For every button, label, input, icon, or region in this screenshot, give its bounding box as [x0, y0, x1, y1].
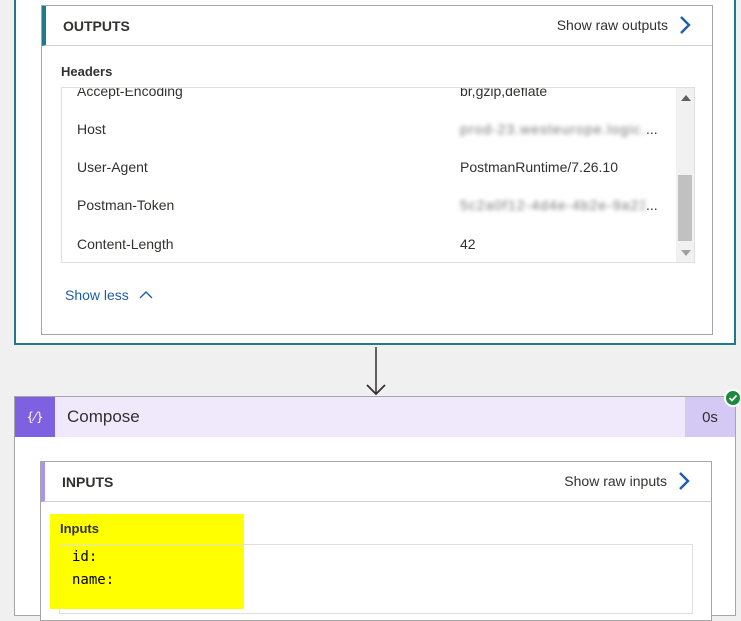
header-value: br,gzip,deflate [460, 87, 548, 99]
header-key: Host [77, 121, 106, 137]
table-row: Postman-Token 5c2a0f12-4d4e-4b2e-9a23-e6… [62, 187, 674, 225]
truncation-ellipsis: ... [646, 197, 658, 213]
compose-title: Compose [67, 407, 140, 426]
table-row: User-Agent PostmanRuntime/7.26.10 [62, 149, 674, 187]
headers-table[interactable]: Accept-Encoding br,gzip,deflate Host pro… [61, 87, 695, 263]
success-check-icon [724, 389, 741, 407]
header-key: Postman-Token [77, 197, 175, 213]
header-key: Content-Length [77, 236, 174, 252]
header-key: Accept-Encoding [77, 87, 183, 99]
show-less-link[interactable]: Show less [65, 287, 153, 303]
table-row: Accept-Encoding br,gzip,deflate [62, 87, 674, 111]
headers-scrollbar[interactable] [676, 88, 694, 262]
curly-braces-icon: {⁄} [15, 397, 55, 437]
chevron-up-icon [139, 291, 153, 299]
truncation-ellipsis: ... [646, 121, 658, 137]
header-value-redacted: 5c2a0f12-4d4e-4b2e-9a23-e6f1 [460, 197, 645, 213]
chevron-right-icon [679, 472, 690, 490]
show-raw-inputs-label: Show raw inputs [564, 473, 667, 489]
svg-text:{⁄}: {⁄} [26, 410, 43, 424]
show-raw-outputs-label: Show raw outputs [556, 17, 668, 33]
input-line-name: name: [72, 572, 115, 588]
chevron-right-icon [680, 16, 691, 34]
show-raw-inputs-link[interactable]: Show raw inputs [564, 471, 691, 491]
scroll-up-arrow-icon[interactable] [681, 95, 691, 101]
table-row: Host prod-23.westeurope.logic.azure.com … [62, 111, 674, 149]
inputs-label: Inputs [60, 521, 99, 536]
outputs-title: OUTPUTS [63, 18, 130, 34]
show-raw-outputs-link[interactable]: Show raw outputs [557, 15, 692, 35]
header-value-redacted: prod-23.westeurope.logic.azure.com [460, 121, 645, 137]
compose-header[interactable]: {⁄} Compose 0s [15, 397, 735, 437]
inputs-title: INPUTS [62, 474, 114, 490]
headers-label: Headers [61, 64, 113, 79]
inputs-header: INPUTS Show raw inputs [41, 462, 711, 502]
header-value: PostmanRuntime/7.26.10 [460, 159, 618, 175]
outputs-panel: OUTPUTS Show raw outputs Headers Accept-… [41, 5, 713, 335]
flow-connector-arrow-icon [366, 347, 386, 396]
outputs-header: OUTPUTS Show raw outputs [42, 6, 712, 46]
scroll-thumb[interactable] [678, 175, 692, 241]
header-value: 42 [460, 236, 476, 252]
header-key: User-Agent [77, 159, 148, 175]
show-less-label: Show less [65, 287, 129, 303]
previous-action-card: OUTPUTS Show raw outputs Headers Accept-… [14, 0, 736, 345]
duration-label: 0s [702, 408, 718, 426]
input-line-id: id: [72, 549, 98, 565]
scroll-down-arrow-icon[interactable] [681, 250, 691, 256]
table-row: Content-Length 42 [62, 226, 674, 262]
